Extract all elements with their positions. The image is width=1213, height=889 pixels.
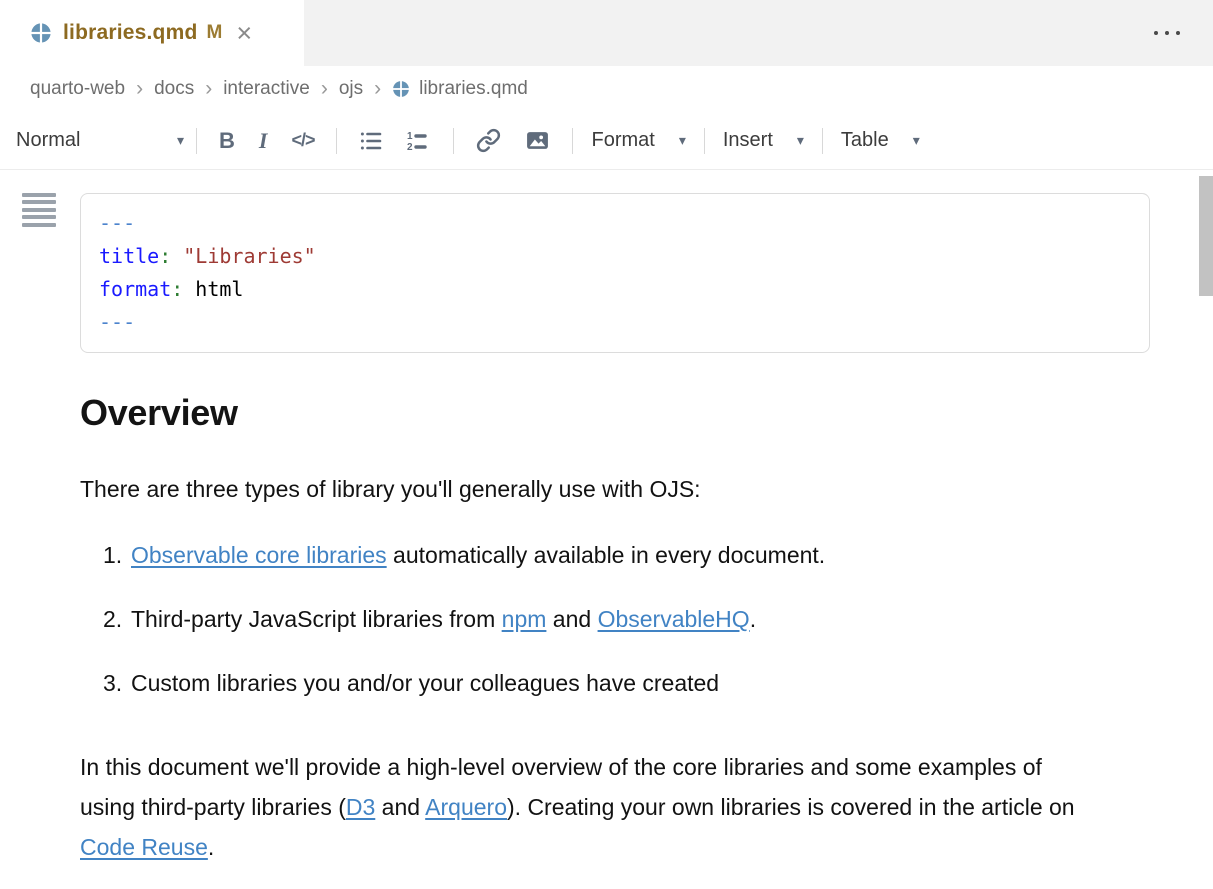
insert-menu[interactable]: Insert ▾	[715, 125, 812, 156]
quarto-icon	[30, 22, 52, 44]
breadcrumb-file-label: libraries.qmd	[419, 78, 528, 100]
list-item-text: Custom libraries you and/or your colleag…	[131, 670, 719, 697]
editor-surface[interactable]: --- title:"Libraries" format:html --- Ov…	[0, 170, 1213, 889]
image-icon	[525, 128, 550, 153]
toolbar-divider	[196, 128, 197, 154]
breadcrumb-item-interactive[interactable]: interactive	[223, 78, 310, 100]
svg-text:1: 1	[407, 131, 413, 142]
link-code-reuse[interactable]: Code Reuse	[80, 834, 208, 860]
list-item: 1. Observable core libraries automatical…	[103, 542, 825, 569]
list-item: 3. Custom libraries you and/or your coll…	[103, 670, 825, 697]
block-drag-handle-icon[interactable]	[22, 193, 56, 230]
list-number: 1.	[103, 542, 131, 569]
paragraph-style-dropdown[interactable]: Normal ▾	[14, 125, 186, 156]
toolbar-divider	[336, 128, 337, 154]
format-menu-label: Format	[591, 129, 654, 152]
numbered-list-button[interactable]: 1 2	[395, 123, 443, 159]
link-observable-core-libraries[interactable]: Observable core libraries	[131, 542, 387, 568]
scrollbar-track[interactable]	[1198, 170, 1213, 889]
list-number: 3.	[103, 670, 131, 697]
yaml-delimiter-line: ---	[99, 207, 1131, 240]
toolbar-divider	[704, 128, 705, 154]
intro-paragraph: There are three types of library you'll …	[80, 476, 701, 503]
list-number: 2.	[103, 606, 131, 633]
link-arquero[interactable]: Arquero	[425, 794, 507, 820]
ordered-list: 1. Observable core libraries automatical…	[103, 542, 825, 734]
list-item: 2. Third-party JavaScript libraries from…	[103, 606, 825, 633]
chevron-down-icon: ▾	[679, 132, 686, 149]
toolbar-divider	[453, 128, 454, 154]
bullet-list-button[interactable]	[347, 123, 395, 159]
link-d3[interactable]: D3	[346, 794, 375, 820]
tab-bar: libraries.qmd M ×	[0, 0, 1213, 66]
link-icon	[476, 128, 501, 153]
tab-libraries-qmd[interactable]: libraries.qmd M ×	[0, 0, 304, 66]
page-title: Overview	[80, 392, 238, 434]
editor-toolbar: Normal ▾ B I </> 1 2	[0, 112, 1213, 170]
yaml-delimiter-line: ---	[99, 306, 1131, 339]
insert-image-button[interactable]	[513, 122, 562, 159]
italic-button[interactable]: I	[247, 122, 280, 160]
svg-text:2: 2	[407, 142, 413, 153]
link-observablehq[interactable]: ObservableHQ	[598, 606, 750, 632]
breadcrumb-item-docs[interactable]: docs	[154, 78, 194, 100]
paragraph-style-value: Normal	[16, 129, 80, 152]
list-item-text: Third-party JavaScript libraries from np…	[131, 606, 756, 633]
toolbar-divider	[822, 128, 823, 154]
close-icon[interactable]: ×	[236, 22, 252, 44]
chevron-down-icon: ▾	[177, 132, 184, 149]
scrollbar-thumb[interactable]	[1199, 176, 1213, 296]
table-menu-label: Table	[841, 129, 889, 152]
insert-menu-label: Insert	[723, 129, 773, 152]
numbered-list-icon: 1 2	[407, 129, 431, 153]
link-npm[interactable]: npm	[502, 606, 547, 632]
closing-paragraph: In this document we'll provide a high-le…	[80, 747, 1092, 867]
chevron-down-icon: ▾	[913, 132, 920, 149]
format-menu[interactable]: Format ▾	[583, 125, 693, 156]
insert-link-button[interactable]	[464, 122, 513, 159]
breadcrumb-item-quarto-web[interactable]: quarto-web	[30, 78, 125, 100]
more-actions-icon[interactable]	[1149, 26, 1185, 40]
quarto-icon	[392, 80, 410, 98]
breadcrumb-item-file[interactable]: libraries.qmd	[392, 78, 528, 100]
breadcrumb-separator: ›	[374, 77, 381, 101]
tab-title: libraries.qmd	[63, 21, 197, 45]
yaml-metadata-block[interactable]: --- title:"Libraries" format:html ---	[80, 193, 1150, 353]
breadcrumb-separator: ›	[205, 77, 212, 101]
breadcrumb-separator: ›	[321, 77, 328, 101]
list-item-text: Observable core libraries automatically …	[131, 542, 825, 569]
bullet-list-icon	[359, 129, 383, 153]
breadcrumb: quarto-web › docs › interactive › ojs › …	[0, 66, 1213, 112]
breadcrumb-item-ojs[interactable]: ojs	[339, 78, 363, 100]
bold-button[interactable]: B	[207, 122, 247, 160]
yaml-format-line: format:html	[99, 273, 1131, 306]
chevron-down-icon: ▾	[797, 132, 804, 149]
code-button[interactable]: </>	[279, 124, 326, 157]
breadcrumb-separator: ›	[136, 77, 143, 101]
toolbar-divider	[572, 128, 573, 154]
modified-badge: M	[206, 22, 222, 44]
table-menu[interactable]: Table ▾	[833, 125, 928, 156]
yaml-title-line: title:"Libraries"	[99, 240, 1131, 273]
